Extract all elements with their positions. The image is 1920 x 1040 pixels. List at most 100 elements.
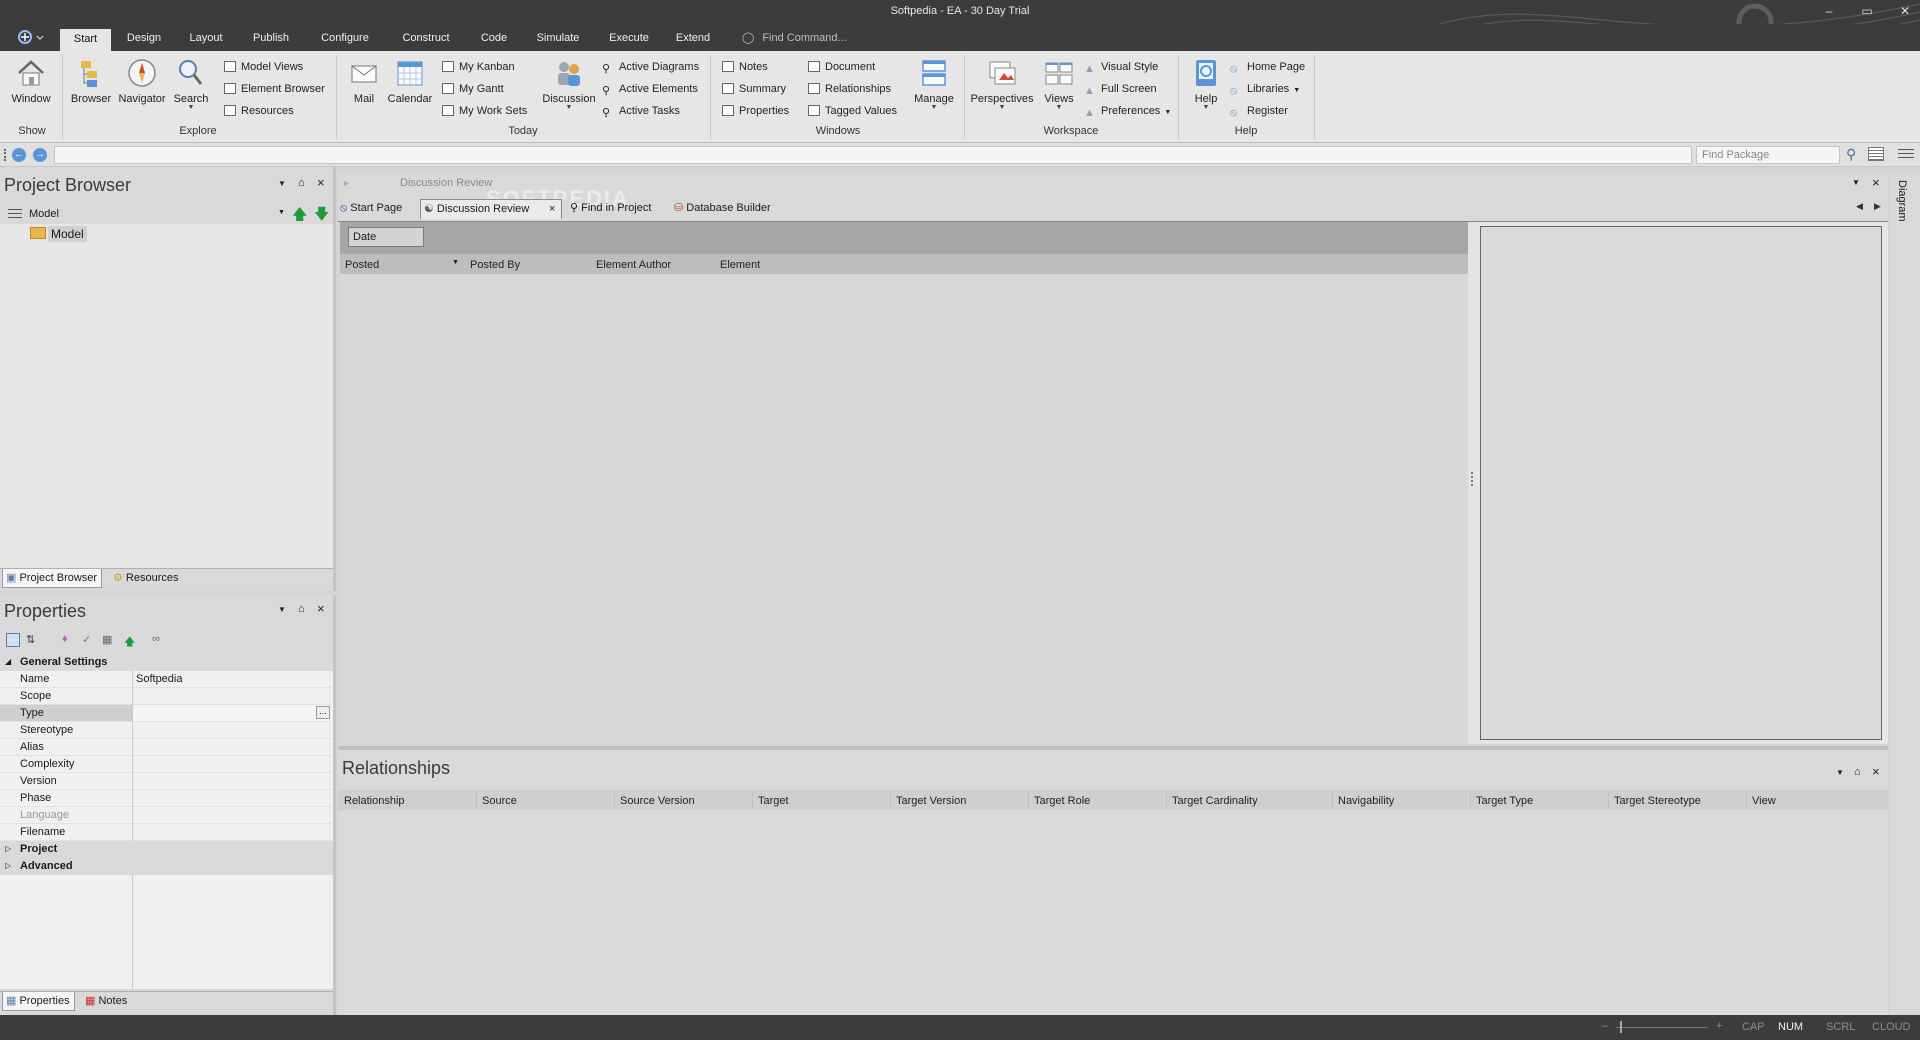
column-source[interactable]: Source bbox=[482, 795, 517, 807]
pin-icon[interactable]: ⌂ bbox=[298, 177, 305, 189]
tab-database-builder[interactable]: ⛁ Database Builder bbox=[674, 199, 771, 219]
tab-design[interactable]: Design bbox=[120, 31, 168, 51]
forward-arrow-icon[interactable]: → bbox=[33, 148, 47, 162]
filter-date-field[interactable]: Date bbox=[348, 227, 424, 247]
panel-close-icon[interactable]: × bbox=[1872, 175, 1880, 190]
browser-button[interactable]: Browser bbox=[68, 57, 114, 105]
property-row-version[interactable]: Version bbox=[0, 773, 332, 790]
property-row-type[interactable]: Type... bbox=[0, 705, 332, 722]
register-button[interactable]: ⦸ Register bbox=[1230, 103, 1288, 119]
resources-button[interactable]: Resources bbox=[224, 103, 294, 119]
tab-start-page[interactable]: ⦸ Start Page bbox=[340, 199, 402, 219]
property-row-complexity[interactable]: Complexity bbox=[0, 756, 332, 773]
properties-sheet-icon[interactable]: ▦ bbox=[102, 633, 112, 646]
active-diagrams-button[interactable]: ⚲ Active Diagrams bbox=[602, 59, 699, 75]
discussion-button[interactable]: Discussion ▼ bbox=[538, 57, 600, 111]
column-source-version[interactable]: Source Version bbox=[620, 795, 695, 807]
active-elements-button[interactable]: ⚲ Active Elements bbox=[602, 81, 698, 97]
move-up-icon[interactable]: 🡅 bbox=[124, 633, 135, 652]
help-button[interactable]: Help ▼ bbox=[1186, 57, 1226, 111]
zoom-out-button[interactable]: – bbox=[1602, 1020, 1608, 1032]
calendar-button[interactable]: Calendar bbox=[386, 57, 434, 105]
back-arrow-icon[interactable]: ← bbox=[12, 148, 26, 162]
ellipsis-button[interactable]: ... bbox=[316, 706, 330, 719]
column-target-version[interactable]: Target Version bbox=[896, 795, 966, 807]
properties-button[interactable]: Properties bbox=[722, 103, 789, 119]
property-row-stereotype[interactable]: Stereotype bbox=[0, 722, 332, 739]
column-target[interactable]: Target bbox=[758, 795, 789, 807]
visual-style-button[interactable]: ▲ Visual Style bbox=[1084, 59, 1158, 75]
views-button[interactable]: Views ▼ bbox=[1038, 57, 1080, 111]
tab-execute[interactable]: Execute bbox=[604, 31, 654, 51]
mail-button[interactable]: Mail bbox=[344, 57, 384, 105]
section-advanced[interactable]: ▷ Advanced bbox=[0, 858, 333, 875]
perspectives-button[interactable]: Perspectives ▼ bbox=[968, 57, 1036, 111]
minimize-button[interactable]: – bbox=[1816, 3, 1842, 19]
diagram-side-tab[interactable]: Diagram bbox=[1896, 180, 1908, 222]
tab-configure[interactable]: Configure bbox=[314, 31, 376, 51]
tab-resources[interactable]: ⚙ Resources bbox=[110, 569, 183, 588]
check-icon[interactable]: ✓ bbox=[82, 633, 91, 646]
tab-start[interactable]: Start bbox=[60, 29, 111, 51]
search-options-icon[interactable] bbox=[1868, 147, 1884, 161]
document-button[interactable]: Document bbox=[808, 59, 875, 75]
libraries-button[interactable]: ⦸ Libraries ▼ bbox=[1230, 81, 1300, 97]
browser-menu-icon[interactable] bbox=[8, 209, 22, 219]
close-button[interactable]: ✕ bbox=[1892, 3, 1918, 19]
panel-close-icon[interactable]: × bbox=[1872, 764, 1880, 779]
type-value-cell[interactable] bbox=[133, 705, 332, 721]
search-icon[interactable]: ⚲ bbox=[1846, 146, 1856, 163]
column-element[interactable]: Element bbox=[720, 259, 760, 271]
section-project[interactable]: ▷ Project bbox=[0, 841, 333, 858]
property-row-filename[interactable]: Filename bbox=[0, 824, 332, 841]
restore-button[interactable]: ▭ bbox=[1854, 3, 1880, 19]
tab-find-in-project[interactable]: ⚲ Find in Project bbox=[570, 199, 651, 219]
panel-dropdown-icon[interactable]: ▼ bbox=[278, 605, 286, 614]
panel-close-icon[interactable]: × bbox=[317, 601, 325, 616]
tab-project-browser[interactable]: ▣ Project Browser bbox=[2, 569, 103, 588]
column-posted-by[interactable]: Posted By bbox=[470, 259, 520, 271]
zoom-slider-track[interactable] bbox=[1616, 1027, 1708, 1028]
tab-extend[interactable]: Extend bbox=[670, 31, 716, 51]
grip-handle[interactable] bbox=[4, 149, 7, 161]
search-button[interactable]: Search ▼ bbox=[172, 57, 210, 111]
scroll-tabs-left-icon[interactable]: ◀ bbox=[1856, 201, 1863, 212]
relationships-button[interactable]: Relationships bbox=[808, 81, 891, 97]
manage-button[interactable]: Manage ▼ bbox=[908, 57, 960, 111]
pin-icon[interactable]: ⌂ bbox=[1854, 766, 1861, 778]
home-page-button[interactable]: ⦸ Home Page bbox=[1230, 59, 1305, 75]
property-row-name[interactable]: Name Softpedia bbox=[0, 671, 332, 688]
column-target-stereotype[interactable]: Target Stereotype bbox=[1614, 795, 1701, 807]
navigation-path-input[interactable] bbox=[54, 146, 1692, 164]
notes-button[interactable]: Notes bbox=[722, 59, 768, 75]
column-navigability[interactable]: Navigability bbox=[1338, 795, 1394, 807]
preferences-button[interactable]: ▲ Preferences ▼ bbox=[1084, 103, 1171, 119]
tagged-values-button[interactable]: Tagged Values bbox=[808, 103, 897, 119]
hamburger-menu-icon[interactable] bbox=[1898, 149, 1914, 160]
tab-close-icon[interactable]: × bbox=[549, 200, 555, 218]
window-button[interactable]: Window bbox=[8, 57, 54, 105]
my-kanban-button[interactable]: My Kanban bbox=[442, 59, 515, 75]
find-package-input[interactable]: Find Package bbox=[1696, 146, 1840, 164]
column-target-role[interactable]: Target Role bbox=[1034, 795, 1090, 807]
panel-close-icon[interactable]: × bbox=[317, 175, 325, 190]
categorized-icon[interactable] bbox=[6, 633, 20, 647]
navigator-button[interactable]: Navigator bbox=[116, 57, 168, 105]
summary-button[interactable]: Summary bbox=[722, 81, 786, 97]
model-views-button[interactable]: Model Views bbox=[224, 59, 303, 75]
tab-properties[interactable]: ▦ Properties bbox=[2, 992, 75, 1011]
sort-dropdown-icon[interactable]: ▼ bbox=[452, 259, 459, 266]
element-browser-button[interactable]: Element Browser bbox=[224, 81, 325, 97]
column-element-author[interactable]: Element Author bbox=[596, 259, 671, 271]
my-gantt-button[interactable]: My Gantt bbox=[442, 81, 504, 97]
pin-icon[interactable]: ⌂ bbox=[298, 603, 305, 615]
full-screen-button[interactable]: ▲ Full Screen bbox=[1084, 81, 1157, 97]
tree-node-model[interactable]: Model bbox=[48, 226, 87, 242]
splitter[interactable] bbox=[1468, 222, 1478, 744]
column-target-type[interactable]: Target Type bbox=[1476, 795, 1533, 807]
tab-publish[interactable]: Publish bbox=[246, 31, 296, 51]
panel-dropdown-icon[interactable]: ▼ bbox=[1852, 178, 1860, 187]
column-view[interactable]: View bbox=[1752, 795, 1776, 807]
section-general-settings[interactable]: ◢ General Settings bbox=[0, 655, 333, 671]
tag-icon[interactable]: ♦ bbox=[62, 633, 68, 645]
